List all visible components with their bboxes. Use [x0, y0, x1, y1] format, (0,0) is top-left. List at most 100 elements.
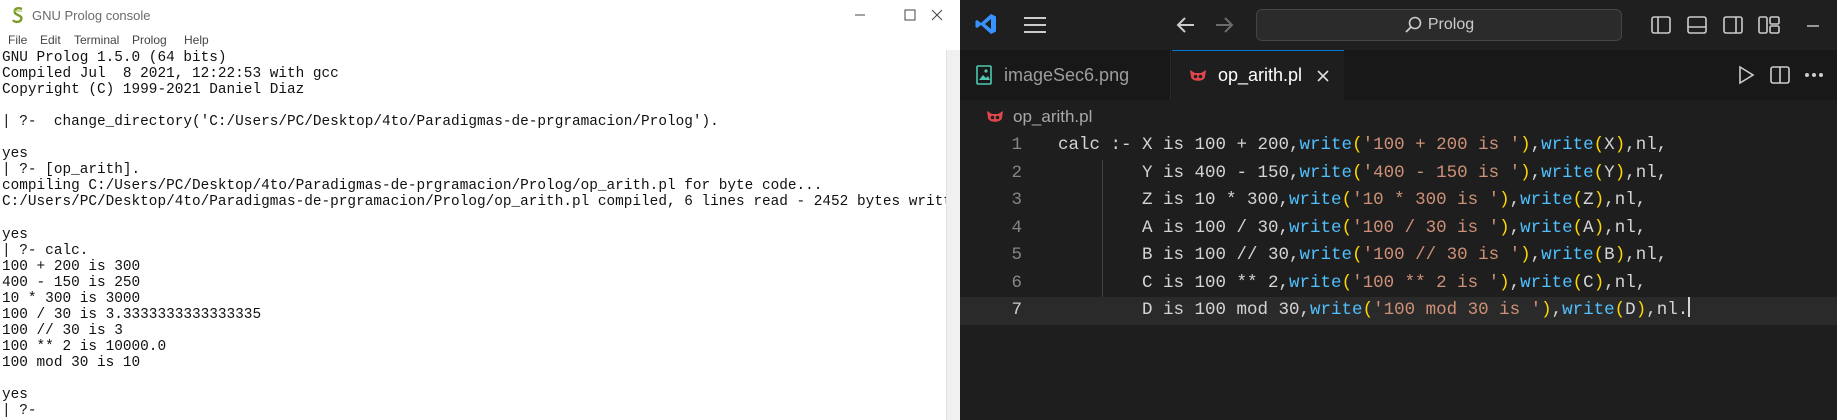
builtin-token: write [1541, 245, 1594, 265]
code-line[interactable]: 2 Y is 400 - 150,write('400 - 150 is '),… [960, 160, 1837, 188]
back-arrow-icon[interactable] [1174, 13, 1198, 37]
customize-layout-icon[interactable] [1758, 14, 1780, 36]
minimize-button[interactable] [838, 0, 882, 30]
menu-prolog[interactable]: Prolog [132, 33, 167, 47]
search-label: Prolog [1427, 16, 1475, 33]
code-token: C is 100 ** 2, [1058, 272, 1290, 293]
toggle-sidebar-icon[interactable] [1650, 14, 1672, 36]
code-token: Y [1604, 162, 1615, 183]
code-line[interactable]: 3 Z is 10 * 300,write('10 * 300 is '),wr… [960, 187, 1837, 215]
string-token: '100 mod 30 is ' [1373, 300, 1542, 320]
console-line: 100 // 30 is 3 [2, 322, 123, 339]
code-token: , [1509, 217, 1521, 238]
code-line[interactable]: 4 A is 100 / 30,write('100 / 30 is '),wr… [960, 215, 1837, 243]
breadcrumb-file[interactable]: op_arith.pl [1013, 107, 1092, 127]
code-token: ,nl, [1625, 162, 1668, 183]
code-token: ,nl, [1625, 135, 1668, 155]
console-line: yes [2, 226, 28, 243]
code-text: D is 100 mod 30,write('100 mod 30 is '),… [1058, 297, 1691, 325]
paren-token: ) [1520, 162, 1531, 183]
command-center-search[interactable]: Prolog [1256, 9, 1622, 41]
code-token: X [1604, 135, 1615, 155]
code-token: ,nl, [1604, 190, 1647, 210]
line-number: 5 [1011, 245, 1022, 265]
console-line: compiling C:/Users/PC/Desktop/4to/Paradi… [2, 178, 823, 195]
builtin-token: write [1299, 135, 1353, 155]
console-scrollbar[interactable] [946, 50, 960, 420]
code-token: D is 100 mod 30, [1058, 300, 1311, 320]
editor-tab-bar: imageSec6.png op_arith.pl [960, 50, 1837, 100]
close-button[interactable] [915, 0, 959, 30]
toggle-panel-icon[interactable] [1686, 14, 1708, 36]
builtin-token: write [1541, 162, 1594, 183]
paren-token: ( [1593, 135, 1605, 155]
code-token: B is 100 // 30, [1058, 245, 1300, 265]
tab-imagesec6[interactable]: imageSec6.png [960, 50, 1171, 100]
paren-token: ) [1635, 300, 1647, 320]
code-token: ,nl, [1625, 245, 1668, 265]
prolog-file-icon [1190, 69, 1206, 81]
line-number: 4 [1011, 217, 1022, 238]
search-icon [1405, 16, 1422, 33]
paren-token: ( [1352, 135, 1363, 155]
tab-label: op_arith.pl [1218, 65, 1303, 85]
hamburger-icon[interactable] [1022, 13, 1048, 37]
console-line: C:/Users/PC/Desktop/4to/Paradigmas-de-pr… [2, 194, 946, 211]
menu-help[interactable]: Help [184, 33, 209, 47]
more-actions-icon[interactable] [1802, 63, 1826, 87]
close-icon [931, 9, 943, 21]
vscode-window: Prolog imageSec6.png op_arith.pl op_arit… [960, 0, 1837, 420]
string-token: '400 - 150 is ' [1362, 162, 1521, 183]
menu-terminal[interactable]: Terminal [74, 33, 119, 47]
code-line[interactable]: 5 B is 100 // 30,write('100 // 30 is '),… [960, 242, 1837, 270]
prolog-app-icon [11, 7, 23, 24]
minimize-icon [855, 14, 865, 16]
tab-op-arith[interactable]: op_arith.pl [1172, 50, 1344, 100]
code-token: A [1583, 217, 1594, 238]
window-title: GNU Prolog console [32, 8, 151, 23]
paren-token: ( [1572, 217, 1584, 238]
paren-token: ( [1341, 272, 1353, 293]
image-file-icon [976, 65, 992, 85]
code-token: C [1583, 272, 1594, 293]
code-token: Y is 400 - 150, [1058, 162, 1300, 183]
vscode-titlebar: Prolog [960, 0, 1837, 50]
split-editor-icon[interactable] [1768, 63, 1792, 87]
console-output[interactable]: GNU Prolog 1.5.0 (64 bits) Compiled Jul 8… [2, 50, 946, 420]
code-editor[interactable]: 1 calc :- X is 100 + 200,write('100 + 200… [960, 132, 1837, 420]
console-line: GNU Prolog 1.5.0 (64 bits) [2, 50, 227, 66]
code-line[interactable]: 6 C is 100 ** 2,write('100 ** 2 is '),wr… [960, 270, 1837, 298]
paren-token: ) [1593, 217, 1605, 238]
close-icon[interactable] [1316, 69, 1330, 83]
code-token: , [1530, 162, 1542, 183]
paren-token: ( [1341, 217, 1353, 238]
toggle-secondary-sidebar-icon[interactable] [1722, 14, 1744, 36]
paren-token: ) [1499, 190, 1510, 210]
minimize-icon[interactable] [1802, 14, 1824, 36]
menu-file[interactable]: File [8, 33, 27, 47]
console-line: Copyright (C) 1999-2021 Daniel Diaz [2, 82, 305, 99]
paren-token: ( [1572, 272, 1584, 293]
console-line: | ?- [2, 403, 37, 420]
console-line: | ?- change_directory('C:/Users/PC/Deskt… [2, 114, 719, 131]
forward-arrow-icon[interactable] [1212, 13, 1236, 37]
menu-edit[interactable]: Edit [40, 33, 61, 47]
console-line: 400 - 150 is 250 [2, 274, 141, 291]
paren-token: ( [1341, 190, 1353, 210]
paren-token: ) [1614, 135, 1626, 155]
builtin-token: write [1541, 135, 1594, 155]
string-token: '100 / 30 is ' [1352, 217, 1500, 238]
breadcrumb[interactable]: op_arith.pl [985, 106, 1092, 128]
code-token: ,nl, [1604, 272, 1647, 293]
code-text: B is 100 // 30,write('100 // 30 is '),wr… [1058, 242, 1667, 270]
paren-token: ( [1593, 162, 1605, 183]
console-line: | ?- calc. [2, 242, 89, 259]
code-line[interactable]: 7 D is 100 mod 30,write('100 mod 30 is '… [960, 297, 1837, 325]
paren-token: ( [1352, 162, 1363, 183]
run-icon[interactable] [1734, 63, 1758, 87]
builtin-token: write [1289, 190, 1342, 210]
code-line[interactable]: 1 calc :- X is 100 + 200,write('100 + 200… [960, 132, 1837, 160]
